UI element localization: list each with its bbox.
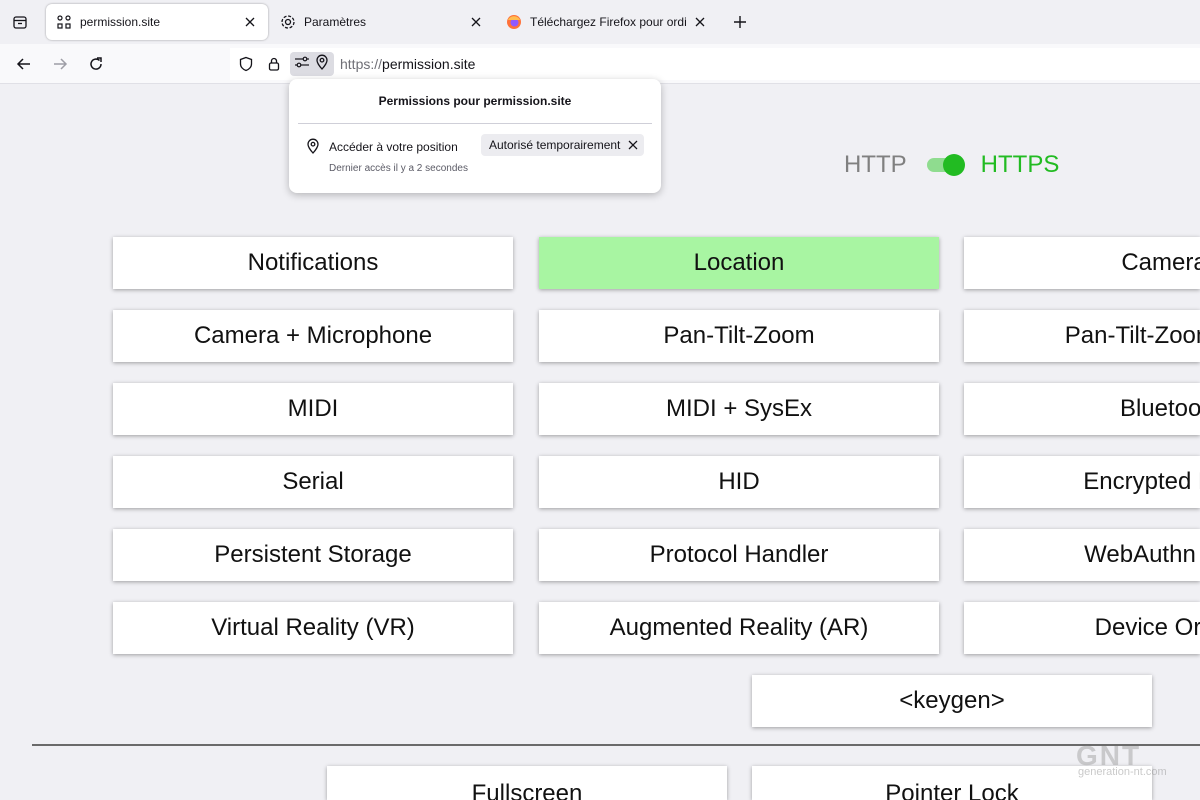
nav-bar: https://permission.site (0, 44, 1200, 84)
pan-tilt-zoom-microphone-button[interactable]: Pan-Tilt-Zoom + M (964, 310, 1200, 362)
watermark: GNT generation-nt.com (1076, 740, 1186, 780)
shield-icon[interactable] (234, 52, 258, 76)
tab-label: Paramètres (304, 15, 367, 29)
camera-microphone-button[interactable]: Camera + Microphone (113, 310, 513, 362)
https-label: HTTPS (980, 151, 1060, 178)
device-orientation-button[interactable]: Device Orien (964, 602, 1200, 654)
button-label: Encrypted Med (1083, 468, 1200, 495)
tab-parametres[interactable]: Paramètres (270, 4, 494, 40)
gear-icon (280, 14, 296, 30)
tab-label: Téléchargez Firefox pour ordinat (530, 15, 686, 29)
pan-tilt-zoom-button[interactable]: Pan-Tilt-Zoom (539, 310, 939, 362)
notifications-button[interactable]: Notifications (113, 237, 513, 289)
http-label: HTTP (844, 151, 907, 178)
site-permissions-button[interactable] (290, 52, 334, 76)
forward-button[interactable] (48, 52, 72, 76)
tab-label: permission.site (80, 15, 161, 29)
camera-button[interactable]: Camera (964, 237, 1200, 289)
button-label: Pointer Lock (885, 780, 1019, 800)
button-label: Fullscreen (471, 780, 583, 800)
location-permission-row: Accéder à votre position Autorisé tempor… (305, 134, 645, 160)
button-label: WebAuthn Atte (1084, 541, 1200, 568)
new-tab-button[interactable] (728, 10, 752, 34)
lock-icon[interactable] (262, 52, 286, 76)
fullscreen-button[interactable]: Fullscreen (327, 766, 727, 800)
protocol-handler-button[interactable]: Protocol Handler (539, 529, 939, 581)
button-label: Bluetoot (1119, 395, 1200, 422)
hid-button[interactable]: HID (539, 456, 939, 508)
permissions-sliders-icon (294, 54, 310, 75)
close-tab-icon[interactable] (242, 14, 258, 30)
section-divider (32, 744, 1200, 746)
location-button[interactable]: Location (539, 237, 939, 289)
last-access-text: Dernier accès il y a 2 secondes (329, 163, 468, 174)
close-tab-icon[interactable] (468, 14, 484, 30)
switch-knob (942, 154, 965, 176)
tab-bar: permission.site Paramètres Téléchargez F… (0, 0, 1200, 44)
serial-button[interactable]: Serial (113, 456, 513, 508)
button-label: Pan-Tilt-Zoom + M (1064, 322, 1200, 349)
url-host: permission.site (382, 56, 476, 72)
location-pin-icon (314, 54, 330, 75)
watermark-site: generation-nt.com (1078, 766, 1167, 778)
tab-firefox-download[interactable]: Téléchargez Firefox pour ordinat (496, 4, 718, 40)
popup-separator (298, 123, 652, 124)
persistent-storage-button[interactable]: Persistent Storage (113, 529, 513, 581)
firefox-icon (506, 14, 522, 30)
midi-button[interactable]: MIDI (113, 383, 513, 435)
clear-permission-icon[interactable] (626, 138, 640, 152)
protocol-toggle: HTTP HTTPS (844, 148, 1059, 182)
tab-permission-site[interactable]: permission.site (46, 4, 268, 40)
permission-state-badge: Autorisé temporairement (481, 134, 645, 156)
reload-button[interactable] (84, 52, 108, 76)
virtual-reality-button[interactable]: Virtual Reality (VR) (113, 602, 513, 654)
url-bar[interactable]: https://permission.site (230, 48, 1200, 80)
permission-state-text: Autorisé temporairement (489, 138, 621, 152)
encrypted-media-button[interactable]: Encrypted Med (964, 456, 1200, 508)
permission-label: Accéder à votre position (329, 140, 458, 154)
site-permissions-popup: Permissions pour permission.site Accéder… (289, 79, 661, 193)
permission-site-icon (56, 14, 72, 30)
webauthn-attestation-button[interactable]: WebAuthn Atte (964, 529, 1200, 581)
url-scheme: https:// (340, 56, 383, 72)
https-switch[interactable] (926, 154, 965, 176)
button-label: Camera (1121, 249, 1200, 276)
location-pin-icon (305, 138, 321, 157)
bluetooth-button[interactable]: Bluetoot (964, 383, 1200, 435)
close-tab-icon[interactable] (692, 14, 708, 30)
midi-sysex-button[interactable]: MIDI + SysEx (539, 383, 939, 435)
url-text[interactable]: https://permission.site (340, 56, 475, 72)
button-label: Device Orien (1094, 614, 1200, 641)
keygen-button[interactable]: <keygen> (752, 675, 1152, 727)
tab-list-icon[interactable] (8, 10, 32, 34)
back-button[interactable] (12, 52, 36, 76)
augmented-reality-button[interactable]: Augmented Reality (AR) (539, 602, 939, 654)
popup-title: Permissions pour permission.site (378, 94, 572, 108)
